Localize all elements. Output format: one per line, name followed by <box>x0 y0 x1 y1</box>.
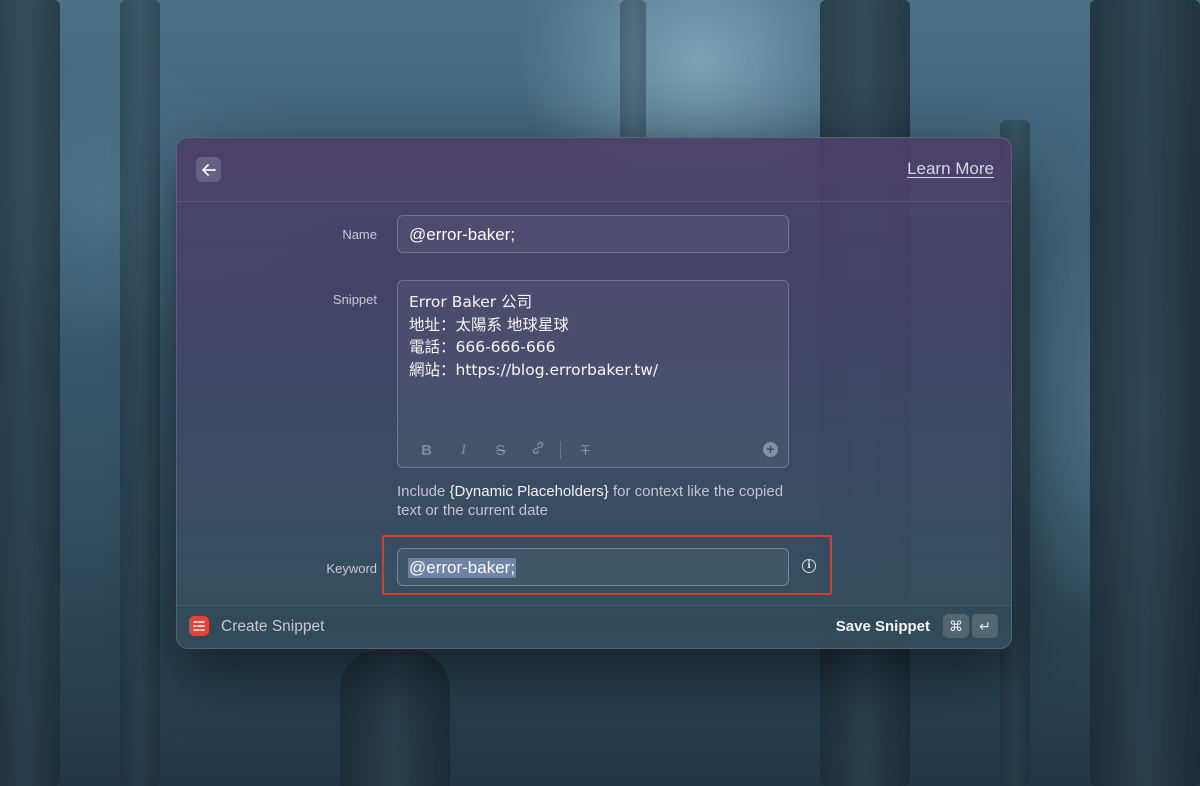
clear-format-button[interactable]: T <box>567 442 604 459</box>
snippet-glyph-icon <box>193 621 205 631</box>
snippet-line: 網站：https://blog.errorbaker.tw/ <box>409 360 659 379</box>
create-snippet-window: Learn More Name @error-baker; Snippet Er… <box>176 137 1012 649</box>
plus-circle-icon[interactable]: + <box>763 442 778 457</box>
placeholder-hint: Include {Dynamic Placeholders} for conte… <box>397 482 797 520</box>
keyword-label: Keyword <box>326 561 377 576</box>
hint-prefix: Include <box>397 483 450 500</box>
name-label: Name <box>342 227 377 242</box>
keyword-value-selected: @error-baker; <box>408 558 517 578</box>
save-snippet-button[interactable]: Save Snippet <box>836 618 930 635</box>
arrow-left-icon <box>201 163 216 176</box>
snippet-line: 電話：666-666-666 <box>409 338 556 356</box>
snippet-label: Snippet <box>332 292 377 307</box>
info-icon[interactable]: i <box>802 559 816 573</box>
action-bar: Create Snippet Save Snippet ⌘ ↵ <box>177 605 1011 648</box>
return-key-icon: ↵ <box>972 614 998 638</box>
snippet-line: 地址：太陽系 地球星球 <box>409 315 569 334</box>
strikethrough-button[interactable]: S <box>482 442 519 459</box>
link-button[interactable] <box>519 440 556 460</box>
keyword-input[interactable]: @error-baker; <box>397 548 789 586</box>
name-input[interactable]: @error-baker; <box>397 215 789 253</box>
create-snippet-title: Create Snippet <box>221 618 325 635</box>
header-bar: Learn More <box>177 138 1011 202</box>
name-value: @error-baker; <box>409 225 516 244</box>
snippet-text: Error Baker 公司 地址：太陽系 地球星球 電話：666-666-66… <box>409 291 658 381</box>
back-button[interactable] <box>196 157 221 182</box>
link-icon <box>532 441 543 455</box>
snippet-line: Error Baker 公司 <box>409 293 533 311</box>
bold-button[interactable]: B <box>408 442 445 459</box>
toolbar-divider <box>560 441 561 459</box>
italic-button[interactable]: I <box>445 442 482 459</box>
dynamic-placeholders-link[interactable]: {Dynamic Placeholders} <box>450 483 609 500</box>
snippet-app-icon <box>189 616 209 636</box>
command-key-icon: ⌘ <box>943 614 969 638</box>
learn-more-link[interactable]: Learn More <box>907 159 994 179</box>
snippet-editor[interactable]: Error Baker 公司 地址：太陽系 地球星球 電話：666-666-66… <box>397 280 789 468</box>
format-toolbar: B I S T + <box>408 441 778 459</box>
